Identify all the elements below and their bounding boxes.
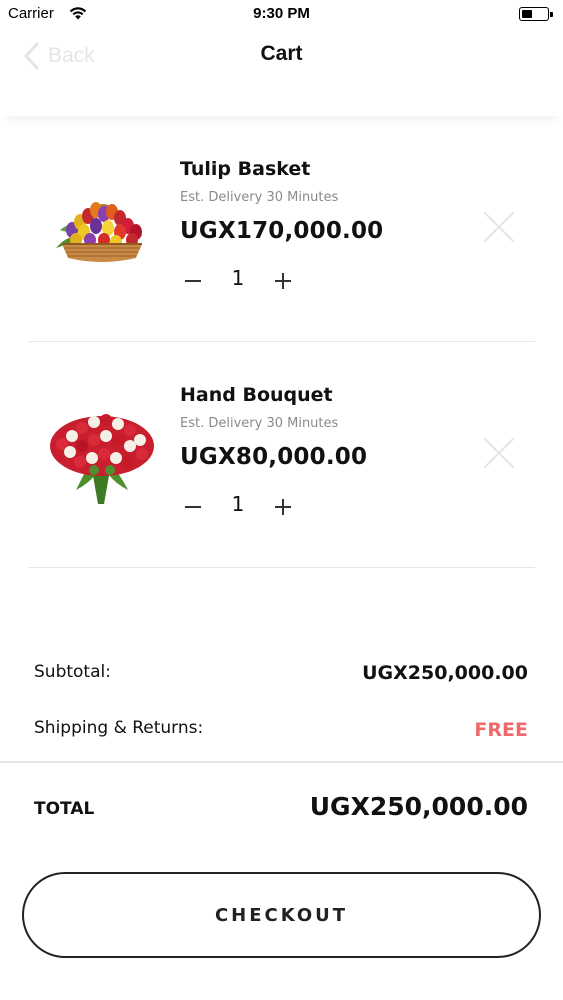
quantity-decrease-button[interactable] [182, 266, 204, 296]
navigation-bar: Back Cart [0, 30, 563, 116]
cart-item: Hand Bouquet Est. Delivery 30 Minutes UG… [0, 342, 563, 568]
rose-bouquet-image [50, 414, 154, 504]
subtotal-label: Subtotal: [34, 662, 111, 682]
status-bar: Carrier 9:30 PM [0, 0, 563, 30]
item-delivery-estimate: Est. Delivery 30 Minutes [180, 190, 339, 205]
item-divider [28, 566, 535, 568]
quantity-decrease-button[interactable] [182, 492, 204, 522]
summary-divider [0, 761, 563, 763]
quantity-increase-button[interactable] [272, 492, 294, 522]
page-title: Cart [260, 42, 303, 65]
remove-item-icon[interactable] [480, 434, 518, 472]
checkout-button[interactable]: CHECKOUT [22, 872, 541, 958]
total-label: TOTAL [34, 799, 95, 819]
remove-item-icon[interactable] [480, 208, 518, 246]
quantity-value: 1 [231, 266, 245, 290]
shipping-label: Shipping & Returns: [34, 718, 204, 738]
quantity-value: 1 [231, 492, 245, 516]
status-time: 9:30 PM [253, 5, 310, 22]
item-price: UGX170,000.00 [180, 218, 384, 244]
cart-item: Tulip Basket Est. Delivery 30 Minutes UG… [0, 116, 563, 342]
total-value: UGX250,000.00 [309, 792, 528, 821]
quantity-increase-button[interactable] [272, 266, 294, 296]
tulip-basket-image [56, 202, 142, 262]
battery-icon [519, 7, 553, 21]
item-price: UGX80,000.00 [180, 444, 368, 470]
item-delivery-estimate: Est. Delivery 30 Minutes [180, 416, 339, 431]
item-name: Hand Bouquet [180, 384, 333, 406]
checkout-button-label: CHECKOUT [214, 904, 349, 926]
item-name: Tulip Basket [180, 158, 311, 180]
shipping-value: FREE [474, 719, 528, 741]
subtotal-value: UGX250,000.00 [362, 662, 528, 684]
